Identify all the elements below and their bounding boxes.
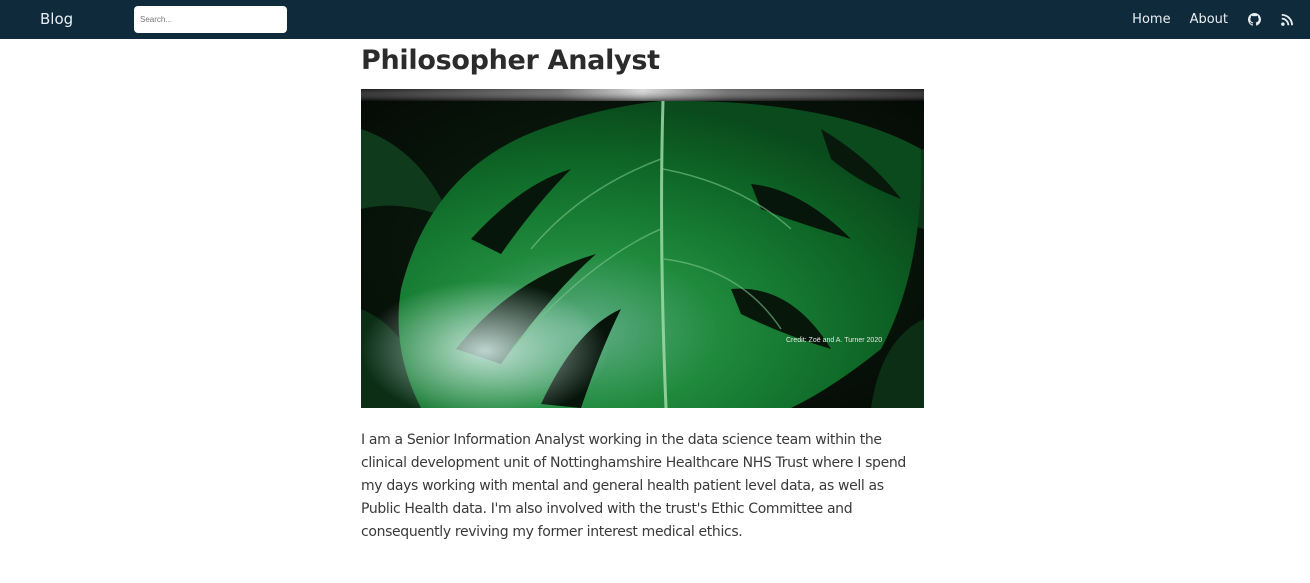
nav-link-home[interactable]: Home: [1132, 12, 1170, 27]
monstera-leaf-image: [361, 89, 924, 408]
github-icon[interactable]: [1247, 13, 1261, 27]
rss-icon[interactable]: [1280, 13, 1294, 27]
brand-link[interactable]: Blog: [40, 10, 73, 28]
page-title: Philosopher Analyst: [361, 45, 660, 76]
search-input[interactable]: [134, 6, 287, 33]
nav-links: Home About: [1113, 0, 1294, 39]
bio-paragraph: I am a Senior Information Analyst workin…: [361, 432, 906, 540]
hero-image: Credit: Zoë and A. Turner 2020: [361, 89, 924, 408]
image-credit: Credit: Zoë and A. Turner 2020: [786, 337, 883, 344]
main-content: Philosopher Analyst Credit: Zoë and A. T…: [361, 39, 924, 558]
top-navbar: Blog Home About: [0, 0, 1310, 39]
nav-link-about[interactable]: About: [1190, 12, 1228, 27]
